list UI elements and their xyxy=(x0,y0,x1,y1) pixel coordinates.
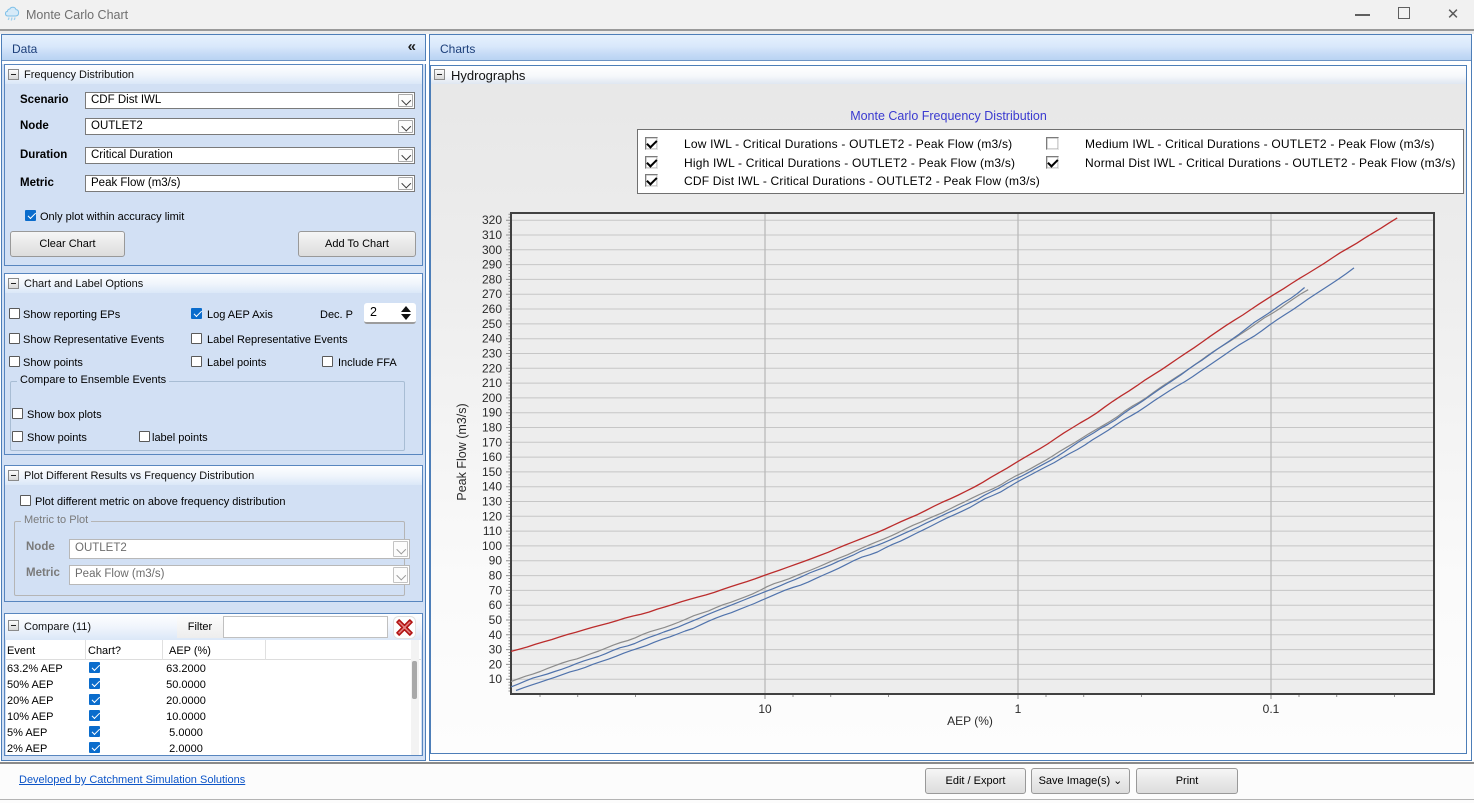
svg-text:60: 60 xyxy=(489,598,503,612)
svg-text:30: 30 xyxy=(489,643,503,657)
svg-text:10: 10 xyxy=(489,672,503,686)
svg-text:230: 230 xyxy=(482,347,502,361)
svg-text:260: 260 xyxy=(482,302,502,316)
svg-text:320: 320 xyxy=(482,213,502,227)
svg-text:90: 90 xyxy=(489,554,503,568)
svg-text:110: 110 xyxy=(483,524,502,538)
svg-text:170: 170 xyxy=(482,435,502,449)
svg-text:Peak Flow (m3/s): Peak Flow (m3/s) xyxy=(455,403,469,500)
svg-text:1: 1 xyxy=(1015,702,1022,716)
svg-text:40: 40 xyxy=(489,628,503,642)
svg-text:280: 280 xyxy=(482,272,502,286)
svg-text:20: 20 xyxy=(489,657,503,671)
svg-text:220: 220 xyxy=(482,361,502,375)
svg-text:0.1: 0.1 xyxy=(1263,702,1280,716)
svg-text:140: 140 xyxy=(482,480,502,494)
svg-text:300: 300 xyxy=(482,243,502,257)
svg-text:80: 80 xyxy=(489,569,503,583)
svg-text:270: 270 xyxy=(482,287,502,301)
svg-text:120: 120 xyxy=(482,509,502,523)
svg-text:210: 210 xyxy=(482,376,502,390)
svg-text:180: 180 xyxy=(482,421,502,435)
svg-text:100: 100 xyxy=(482,539,502,553)
svg-text:160: 160 xyxy=(482,450,502,464)
svg-text:250: 250 xyxy=(482,317,502,331)
svg-text:240: 240 xyxy=(482,332,502,346)
svg-text:200: 200 xyxy=(482,391,502,405)
svg-text:70: 70 xyxy=(489,583,503,597)
svg-text:130: 130 xyxy=(482,495,502,509)
svg-text:190: 190 xyxy=(482,406,502,420)
svg-text:10: 10 xyxy=(758,702,772,716)
svg-text:310: 310 xyxy=(482,228,502,242)
svg-text:150: 150 xyxy=(482,465,502,479)
svg-text:AEP (%): AEP (%) xyxy=(947,714,993,728)
svg-text:290: 290 xyxy=(482,258,502,272)
svg-text:50: 50 xyxy=(489,613,503,627)
